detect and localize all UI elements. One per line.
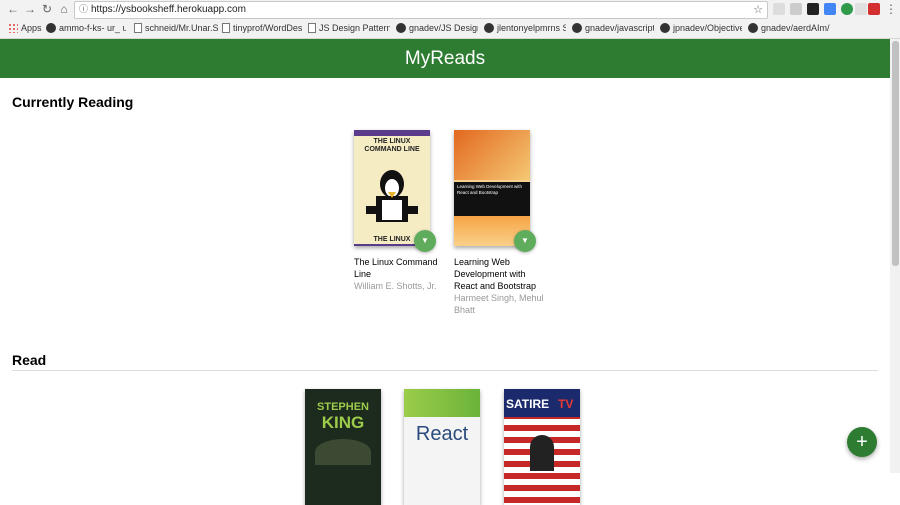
bookmark-star-icon[interactable]: ☆ [753, 2, 763, 18]
reload-icon[interactable]: ↻ [40, 2, 54, 16]
book-cover[interactable]: STEPHEN KING [305, 389, 381, 505]
book-cover[interactable]: React [404, 389, 480, 505]
bookmarks-bar: Apps ammo-f-ks- ur_ ucachol-c schneid/Mr… [0, 19, 900, 37]
bookmark-item[interactable]: jlentonyelpmrns Sm [484, 21, 566, 35]
shelf-changer-button[interactable]: ▼ [414, 230, 436, 252]
extension-icon[interactable] [868, 3, 880, 15]
book-cover[interactable]: Learning Web Development with React and … [454, 130, 530, 246]
app-title-bar: MyReads [0, 39, 890, 78]
home-icon[interactable]: ⌂ [57, 2, 71, 16]
shelf-divider [12, 370, 878, 371]
page-icon [134, 23, 142, 33]
bookmark-item[interactable]: ammo-f-ks- ur_ ucachol-c [46, 21, 126, 35]
menu-icon[interactable]: ⋮ [884, 2, 898, 16]
book-title: The Linux Command Line [354, 257, 438, 279]
bookmark-item[interactable]: schneid/Mr.Unar.Sc [134, 21, 218, 35]
book-title: Learning Web Development with React and … [454, 257, 537, 291]
lock-icon: ⓘ [79, 4, 89, 14]
shelf-title: Read [12, 352, 47, 368]
page-icon [222, 23, 230, 33]
github-icon [396, 23, 406, 33]
penguin-illustration [366, 170, 418, 222]
bookmark-item[interactable]: gnadev/aerdAIm/... [748, 21, 830, 35]
book-authors: Harmeet Singh, Mehul Bhatt [454, 293, 544, 315]
book-cover[interactable]: SATIRE TV [504, 389, 580, 505]
bookmark-item[interactable]: gnadev/JS Design Patt [396, 21, 478, 35]
github-icon [484, 23, 494, 33]
back-icon[interactable]: ← [6, 2, 20, 16]
shelf-title: Currently Reading [12, 94, 134, 110]
bookmark-item[interactable]: gnadev/javascript-ea [572, 21, 654, 35]
extension-icon[interactable] [773, 3, 785, 15]
bookmark-item[interactable]: tinyprof/WordDesign [222, 21, 302, 35]
browser-chrome: ← → ↻ ⌂ ⓘ https://ysbooksheff.herokuapp.… [0, 0, 900, 39]
forward-icon[interactable]: → [23, 2, 37, 16]
apps-icon [8, 23, 18, 33]
bookmark-item[interactable]: jpnadev/ObjectiveJs [660, 21, 742, 35]
translate-icon[interactable] [824, 3, 836, 15]
shelf-changer-button[interactable]: ▼ [514, 230, 536, 252]
scrollbar-thumb[interactable] [892, 41, 899, 266]
book-cover[interactable]: THE LINUX COMMAND LINE THE LINUX [354, 130, 430, 246]
add-book-button[interactable]: + [847, 427, 877, 457]
page-icon [308, 23, 316, 33]
extension-icon[interactable] [790, 3, 802, 15]
github-icon [660, 23, 670, 33]
github-icon [748, 23, 758, 33]
github-icon [572, 23, 582, 33]
book-authors: William E. Shotts, Jr. [354, 281, 437, 291]
bookmark-apps[interactable]: Apps [8, 21, 42, 35]
app-title: MyReads [404, 48, 486, 69]
address-bar[interactable]: ⓘ https://ysbooksheff.herokuapp.com ☆ [74, 1, 768, 19]
grammarly-icon[interactable] [841, 3, 853, 15]
github-icon [46, 23, 56, 33]
extension-icon[interactable] [855, 3, 867, 15]
bookmark-item[interactable]: JS Design Patterns [308, 21, 390, 35]
extension-icon[interactable] [807, 3, 819, 15]
url-text[interactable]: https://ysbooksheff.herokuapp.com [91, 2, 246, 18]
